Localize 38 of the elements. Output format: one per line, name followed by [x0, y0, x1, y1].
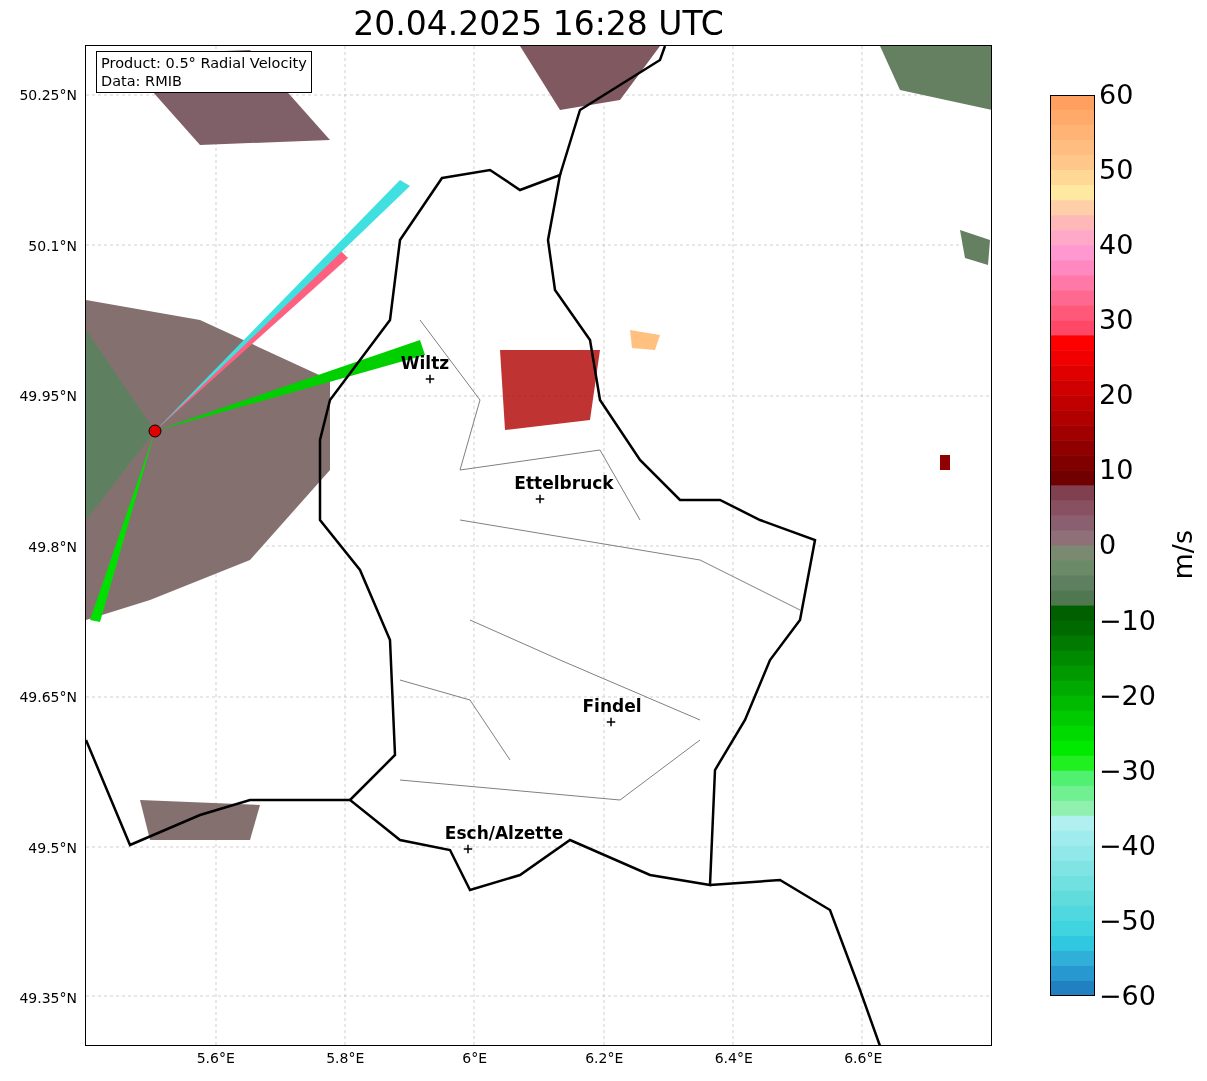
colorbar-tick-label: −50 [1098, 905, 1156, 936]
plus-icon [606, 717, 616, 727]
colorbar-tick-label: 0 [1098, 530, 1118, 561]
latitude-label: 49.8°N [28, 537, 77, 557]
colorbar-label: m/s [1168, 530, 1198, 580]
latitude-label: 49.65°N [19, 688, 77, 707]
legend-text: Product: 0.5° Radial Velocity [101, 54, 307, 72]
city-label: Wiltz [400, 353, 450, 373]
latitude-label: 50.25°N [19, 86, 77, 105]
colorbar-tick-label: −10 [1098, 605, 1156, 636]
colorbar-tick-label: −60 [1098, 980, 1156, 1011]
chart-title: 20.04.2025 16:28 UTC [353, 3, 724, 45]
city-label: Ettelbruck [514, 473, 614, 493]
longitude-label: 6.4°E [713, 1049, 754, 1068]
plus-icon [535, 494, 545, 504]
latitude-label: 49.35°N [19, 989, 77, 1008]
city-label: Esch/Alzette [444, 823, 564, 843]
longitude-label: 6.2°E [584, 1049, 625, 1068]
colorbar-tick-label: 60 [1098, 80, 1135, 110]
colorbar-tick-label: 40 [1098, 230, 1135, 261]
latitude-label: 49.95°N [19, 387, 77, 406]
longitude-label: 6.6°E [843, 1049, 884, 1068]
colorbar-tick-label: 20 [1098, 380, 1135, 411]
plus-icon [425, 374, 435, 384]
latitude-label: 50.1°N [28, 236, 77, 256]
colorbar-tick-label: 50 [1098, 155, 1135, 186]
legend-text: Data: RMIB [101, 72, 183, 90]
city-label: Findel [582, 696, 642, 716]
longitude-label: 6°E [461, 1049, 489, 1068]
colorbar-tick-label: 30 [1098, 305, 1135, 336]
latitude-label: 49.5°N [28, 838, 77, 858]
longitude-label: 5.8°E [325, 1049, 366, 1068]
colorbar-tick-label: −30 [1098, 755, 1156, 786]
colorbar-tick-label: −20 [1098, 680, 1156, 711]
plus-icon [463, 844, 473, 854]
colorbar-tick-label: 10 [1098, 455, 1135, 486]
colorbar-tick-label: −40 [1098, 830, 1156, 861]
longitude-label: 5.6°E [195, 1049, 236, 1068]
